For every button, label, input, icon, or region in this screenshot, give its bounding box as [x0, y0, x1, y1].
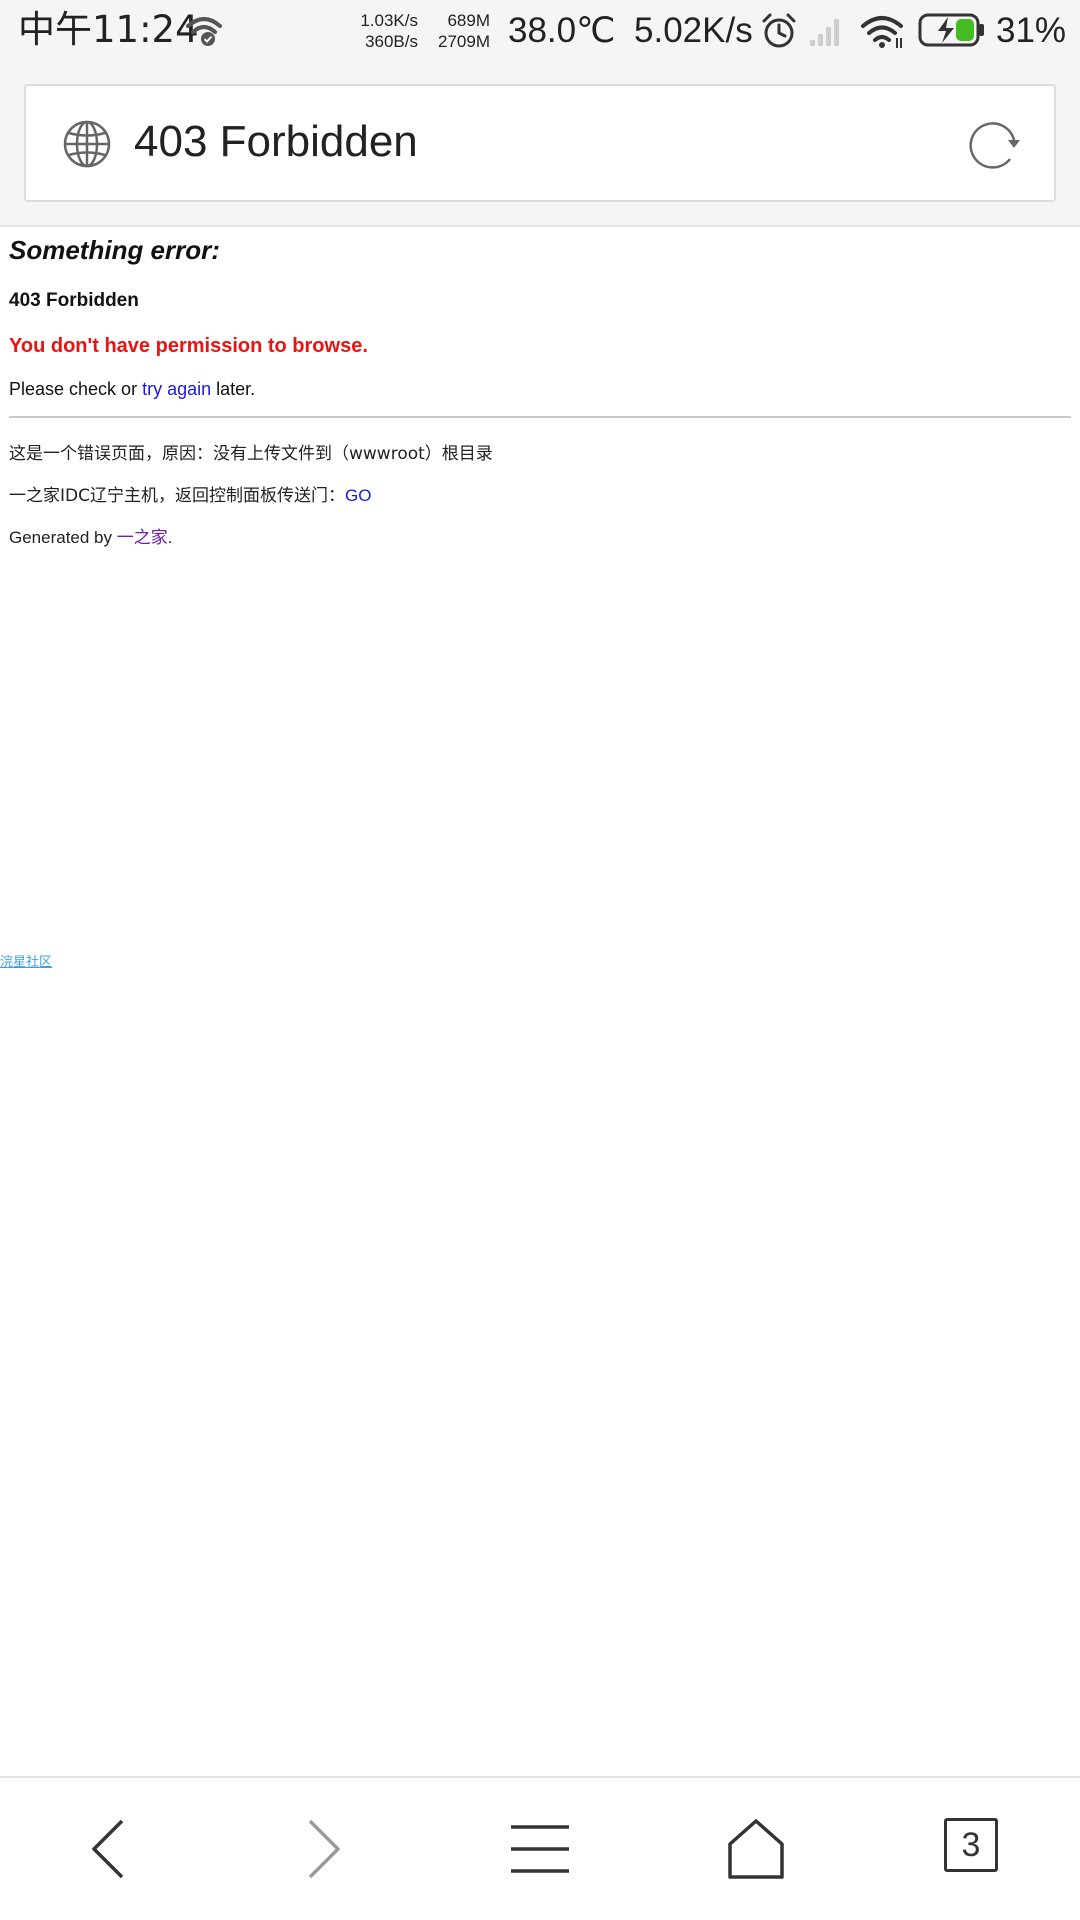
- control-panel-text: 一之家IDC辽宁主机，返回控制面板传送门：: [9, 486, 345, 506]
- error-heading: Something error:: [9, 235, 220, 265]
- generator-link[interactable]: 一之家: [117, 528, 168, 548]
- go-link[interactable]: GO: [345, 486, 371, 505]
- mem-total: 2709M: [438, 32, 490, 51]
- reload-icon[interactable]: [966, 118, 1024, 172]
- page-content: Something error: 403 Forbidden You don't…: [0, 227, 1080, 1777]
- generated-text-before: Generated by: [9, 528, 117, 547]
- network-speed: 1.03K/s 360B/s: [350, 10, 418, 52]
- battery-charging-icon: [918, 13, 984, 47]
- error-code: 403 Forbidden: [9, 290, 139, 311]
- mem-used: 689M: [447, 11, 490, 30]
- bottom-toolbar: 3: [0, 1776, 1080, 1920]
- globe-icon: [63, 120, 111, 168]
- address-bar[interactable]: 403 Forbidden: [24, 84, 1056, 202]
- generated-by: Generated by 一之家.: [9, 523, 172, 548]
- error-message: You don't have permission to browse.: [9, 335, 368, 357]
- status-time: 中午11:24: [18, 8, 199, 51]
- back-button[interactable]: [0, 1778, 216, 1920]
- wifi-icon: [861, 16, 903, 48]
- alarm-icon: [762, 13, 796, 48]
- page-title: 403 Forbidden: [134, 117, 418, 166]
- battery-percent: 31%: [996, 11, 1067, 50]
- community-float-link[interactable]: 浣星社区: [0, 951, 52, 970]
- forward-button[interactable]: [216, 1778, 432, 1920]
- home-icon: [728, 1819, 784, 1879]
- address-bar-area: 403 Forbidden: [0, 62, 1080, 227]
- try-again-link[interactable]: try again: [142, 379, 211, 399]
- signal-icon: [810, 19, 839, 46]
- net-up: 1.03K/s: [360, 11, 418, 30]
- data-rate: 5.02K/s: [634, 11, 753, 50]
- divider: [9, 416, 1071, 418]
- tabs-button[interactable]: 3: [864, 1778, 1080, 1920]
- tabs-icon: 3: [944, 1818, 998, 1872]
- status-bar: 中午11:24 1.03K/s 360B/s 689M 2709M 38.0℃ …: [0, 0, 1080, 62]
- wifi-check-icon: [186, 17, 222, 46]
- memory-usage: 689M 2709M: [424, 10, 490, 52]
- hint-text-after: later.: [211, 379, 256, 399]
- menu-button[interactable]: [432, 1778, 648, 1920]
- info-reason: 这是一个错误页面，原因：没有上传文件到（wwwroot）根目录: [9, 444, 493, 464]
- info-control-panel: 一之家IDC辽宁主机，返回控制面板传送门：GO: [9, 481, 371, 506]
- temperature: 38.0℃: [508, 11, 616, 50]
- home-button[interactable]: [648, 1778, 864, 1920]
- net-down: 360B/s: [365, 32, 418, 51]
- back-icon: [92, 1819, 124, 1879]
- forward-icon: [308, 1819, 340, 1879]
- error-hint: Please check or try again later.: [9, 379, 255, 400]
- hint-text-before: Please check or: [9, 379, 143, 399]
- menu-icon: [511, 1825, 569, 1873]
- generated-text-after: .: [167, 528, 173, 547]
